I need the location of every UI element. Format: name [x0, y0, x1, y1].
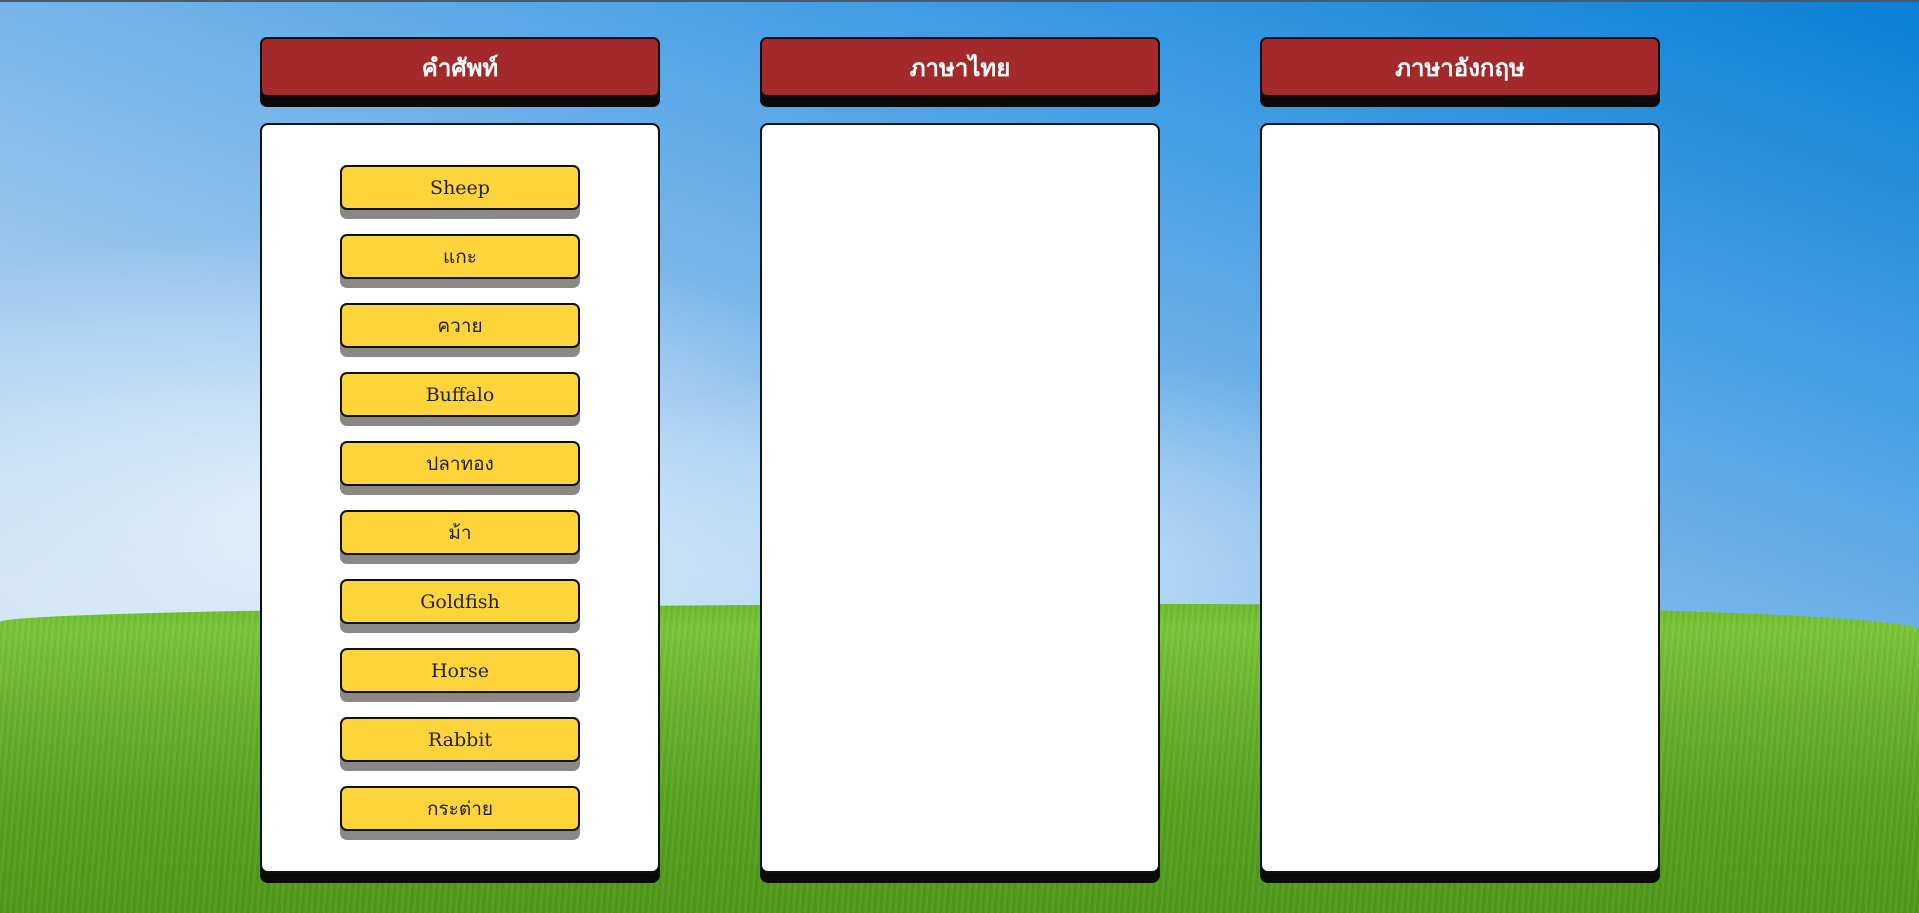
- english-drop-zone[interactable]: [1260, 123, 1660, 873]
- word-card-ma[interactable]: ม้า: [340, 510, 580, 555]
- background-scene: คำศัพท์ Sheep แกะ ควาย Buffalo ปลาทอง ม้…: [0, 0, 1919, 913]
- column-header-thai: ภาษาไทย: [760, 37, 1160, 97]
- word-card-khwai[interactable]: ควาย: [340, 303, 580, 348]
- word-card-pla-thong[interactable]: ปลาทอง: [340, 441, 580, 486]
- word-bank-panel[interactable]: Sheep แกะ ควาย Buffalo ปลาทอง ม้า Goldfi…: [260, 123, 660, 873]
- column-thai: ภาษาไทย: [760, 37, 1160, 873]
- word-card-kratai[interactable]: กระต่าย: [340, 786, 580, 831]
- column-header-words: คำศัพท์: [260, 37, 660, 97]
- thai-drop-zone[interactable]: [760, 123, 1160, 873]
- word-list: Sheep แกะ ควาย Buffalo ปลาทอง ม้า Goldfi…: [340, 165, 580, 855]
- word-card-rabbit[interactable]: Rabbit: [340, 717, 580, 762]
- word-card-sheep[interactable]: Sheep: [340, 165, 580, 210]
- column-words: คำศัพท์ Sheep แกะ ควาย Buffalo ปลาทอง ม้…: [260, 37, 660, 873]
- word-card-kae[interactable]: แกะ: [340, 234, 580, 279]
- word-card-goldfish[interactable]: Goldfish: [340, 579, 580, 624]
- column-english: ภาษาอังกฤษ: [1260, 37, 1660, 873]
- column-header-english: ภาษาอังกฤษ: [1260, 37, 1660, 97]
- window-top-border: [0, 0, 1919, 2]
- word-card-horse[interactable]: Horse: [340, 648, 580, 693]
- word-card-buffalo[interactable]: Buffalo: [340, 372, 580, 417]
